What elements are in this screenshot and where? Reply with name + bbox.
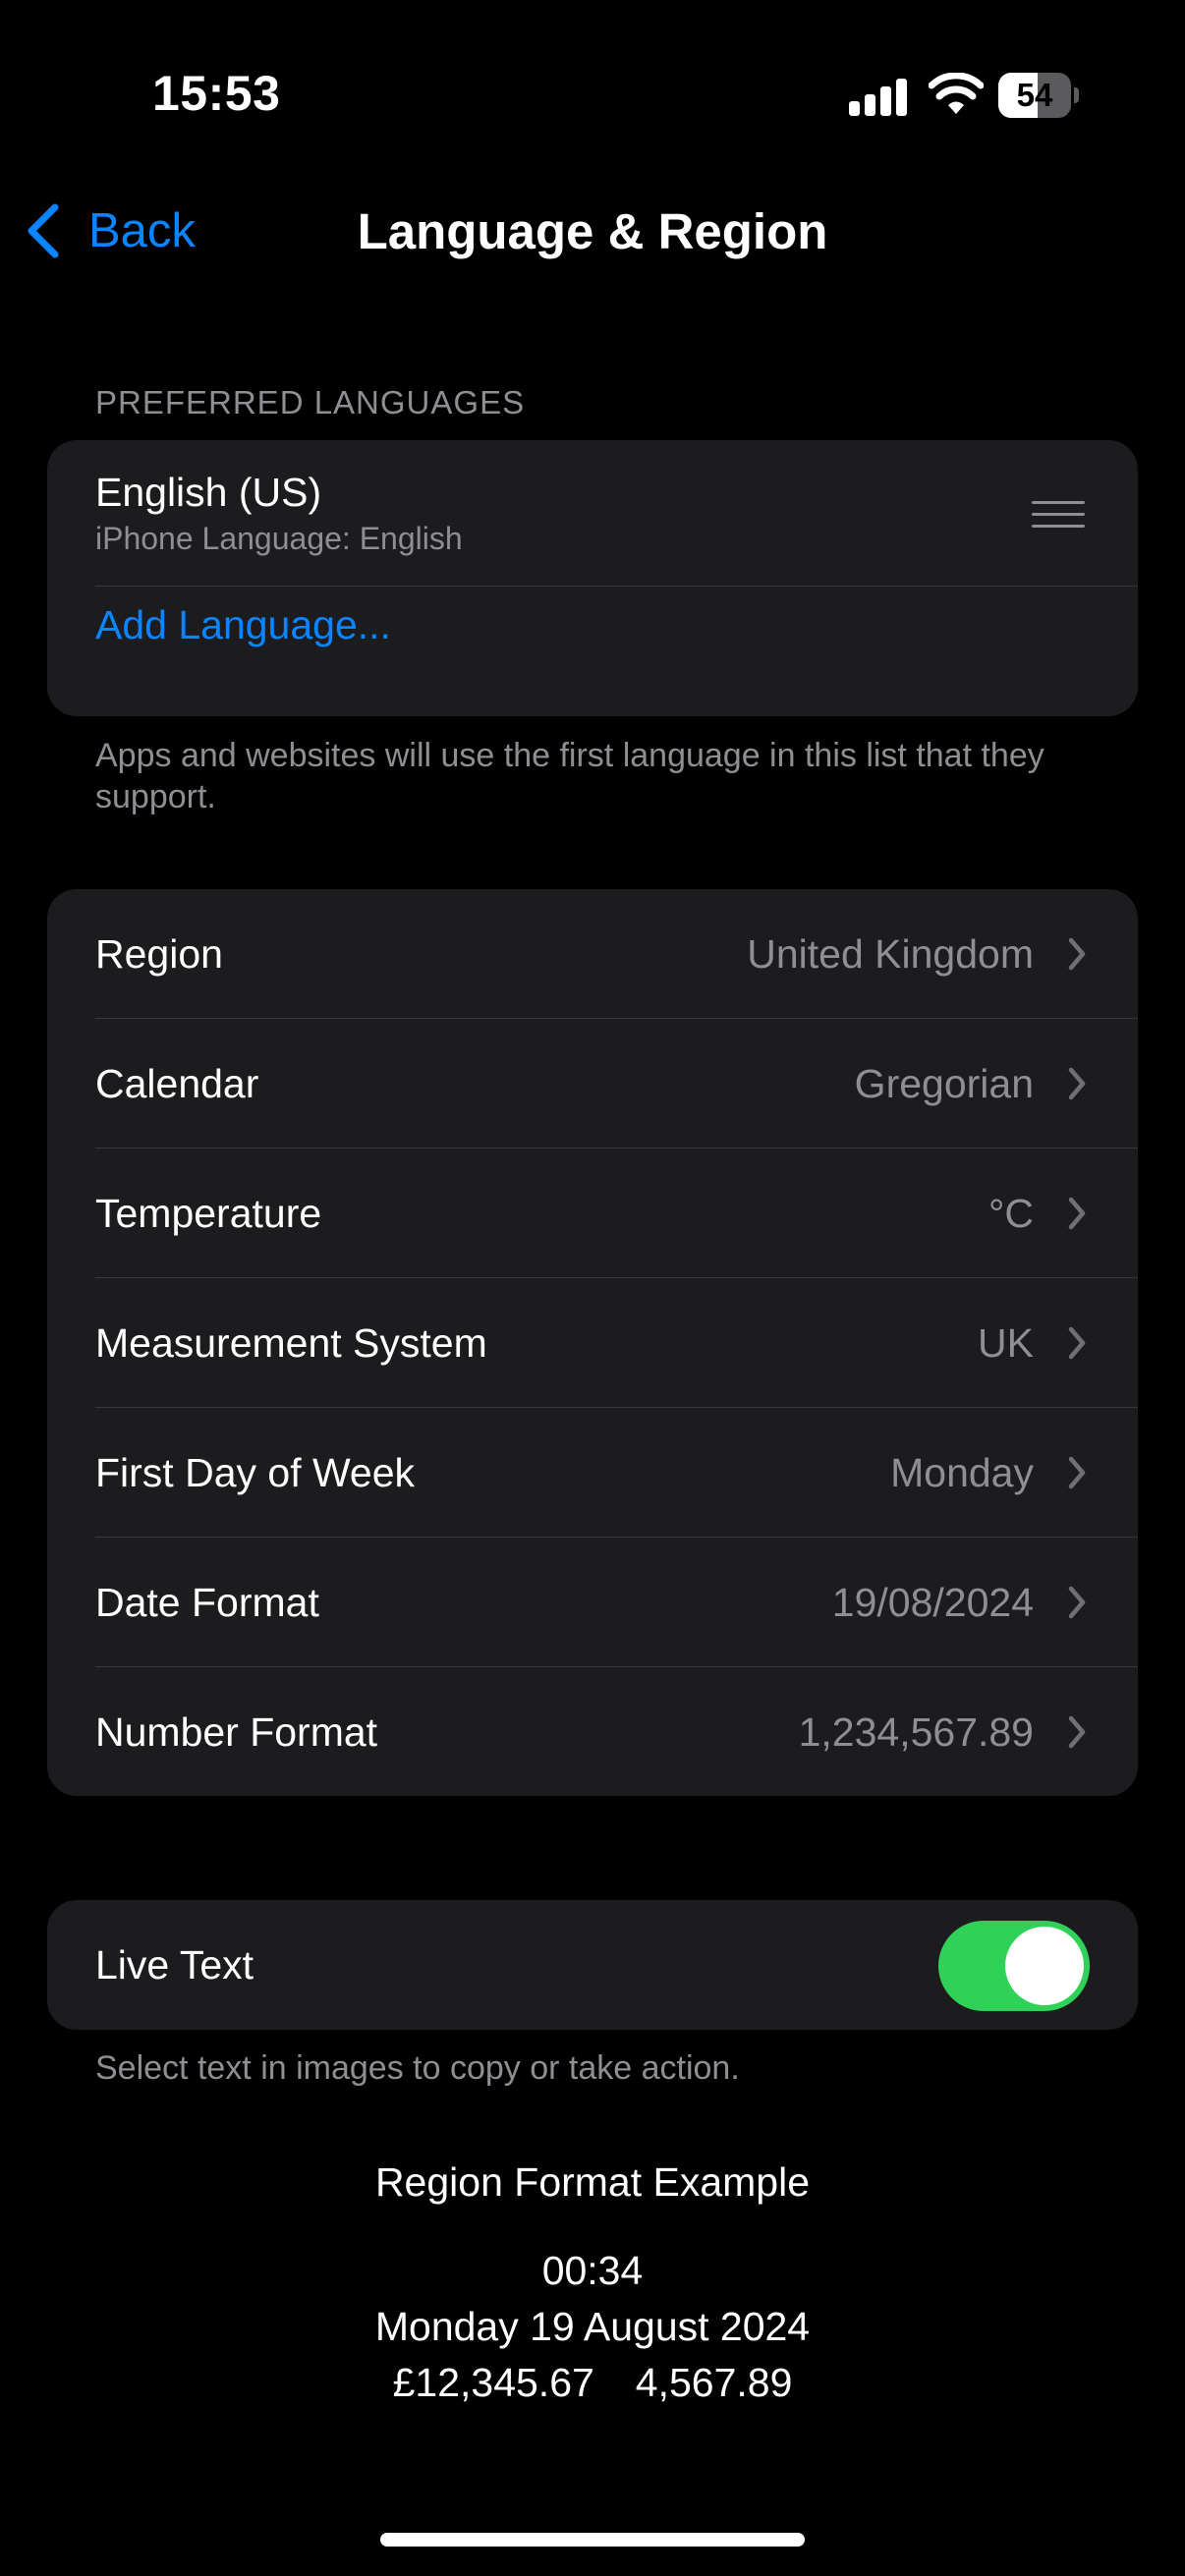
setting-row-temperature[interactable]: Temperature °C (47, 1148, 1138, 1278)
setting-row-date-format[interactable]: Date Format 19/08/2024 (47, 1538, 1138, 1667)
language-row-english[interactable]: English (US) iPhone Language: English (47, 440, 1138, 587)
setting-row-region[interactable]: Region United Kingdom (47, 889, 1138, 1019)
setting-value: °C (988, 1191, 1034, 1236)
preferred-languages-group: English (US) iPhone Language: English Ad… (47, 440, 1138, 716)
region-example-currency: £12,345.67 (392, 2360, 594, 2405)
status-bar: 15:53 54 (0, 0, 1185, 196)
region-settings-group: Region United Kingdom Calendar Gregorian… (47, 889, 1138, 1796)
live-text-toggle[interactable] (938, 1921, 1090, 2011)
chevron-right-icon (1068, 1326, 1086, 1360)
setting-label: Number Format (95, 1709, 378, 1755)
setting-label: Calendar (95, 1061, 259, 1106)
add-language-button[interactable]: Add Language... (95, 586, 391, 664)
chevron-right-icon (1068, 1067, 1086, 1100)
live-text-footer: Select text in images to copy or take ac… (95, 2049, 740, 2087)
region-example-number: 4,567.89 (635, 2360, 793, 2405)
chevron-right-icon (1068, 1715, 1086, 1749)
battery-percent: 54 (1016, 77, 1053, 113)
setting-value: United Kingdom (747, 931, 1034, 977)
wifi-icon (929, 73, 984, 114)
setting-row-measurement-system[interactable]: Measurement System UK (47, 1278, 1138, 1408)
setting-label: Date Format (95, 1580, 319, 1625)
region-example-date: Monday 19 August 2024 (374, 2304, 811, 2349)
chevron-right-icon (1068, 937, 1086, 971)
live-text-label: Live Text (95, 1942, 254, 1988)
setting-value: 19/08/2024 (831, 1580, 1034, 1625)
navigation-bar: Back Language & Region (0, 177, 1185, 285)
setting-row-live-text: Live Text (47, 1900, 1138, 2030)
setting-label: Temperature (95, 1191, 322, 1236)
setting-value: Gregorian (854, 1061, 1034, 1106)
home-indicator[interactable] (380, 2533, 805, 2547)
live-text-group: Live Text (47, 1900, 1138, 2030)
page-title: Language & Region (357, 203, 828, 259)
setting-label: Region (95, 931, 223, 977)
chevron-right-icon (1068, 1586, 1086, 1619)
setting-row-calendar[interactable]: Calendar Gregorian (47, 1019, 1138, 1148)
cellular-signal-icon (849, 77, 908, 116)
chevron-right-icon (1068, 1456, 1086, 1489)
status-time: 15:53 (152, 66, 281, 121)
setting-value: Monday (890, 1450, 1034, 1495)
region-example-numbers: £12,345.67 4,567.89 (0, 2360, 1185, 2406)
setting-row-number-format[interactable]: Number Format 1,234,567.89 (47, 1667, 1138, 1796)
setting-label: Measurement System (95, 1320, 487, 1366)
language-detail: iPhone Language: English (95, 521, 463, 556)
region-example-title: Region Format Example (374, 2159, 811, 2205)
toggle-knob (1005, 1927, 1084, 2005)
chevron-right-icon (1068, 1197, 1086, 1230)
setting-value: UK (978, 1320, 1034, 1366)
reorder-handle-icon[interactable] (1032, 501, 1085, 529)
setting-label: First Day of Week (95, 1450, 416, 1495)
preferred-languages-header: PREFERRED LANGUAGES (95, 384, 526, 420)
language-name: English (US) (95, 470, 322, 515)
setting-value: 1,234,567.89 (798, 1709, 1034, 1755)
setting-row-first-day-of-week[interactable]: First Day of Week Monday (47, 1408, 1138, 1538)
battery-icon: 54 (998, 73, 1079, 118)
region-example-time: 00:34 (541, 2248, 644, 2293)
preferred-languages-footer: Apps and websites will use the first lan… (95, 737, 1044, 815)
